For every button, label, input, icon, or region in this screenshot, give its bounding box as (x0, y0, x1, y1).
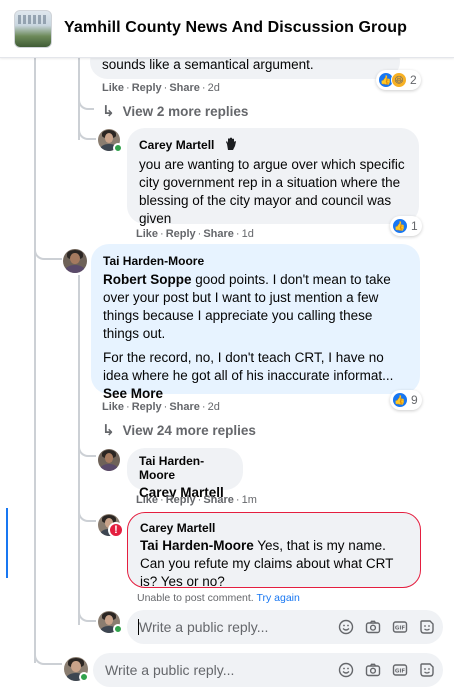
emoji-icon[interactable] (337, 661, 354, 678)
reply-button[interactable]: Reply (166, 494, 196, 506)
reaction-count: 2 (410, 73, 417, 87)
comment-actions: Like · Reply · Share · 2d (102, 82, 220, 94)
reply-button[interactable]: Reply (132, 401, 162, 413)
focus-indicator (6, 508, 8, 578)
comment-actions: Like · Reply · Share · 1m (136, 494, 257, 506)
like-button[interactable]: Like (136, 228, 158, 240)
comment-text: sounds like a semantical argument. (102, 57, 314, 72)
camera-icon[interactable] (364, 618, 381, 635)
thread-elbow (78, 605, 96, 622)
thread-elbow (78, 445, 96, 457)
timestamp[interactable]: 1m (242, 494, 257, 506)
thread-elbow (78, 100, 94, 110)
like-reaction-icon: 👍 (392, 218, 408, 234)
like-button[interactable]: Like (136, 494, 158, 506)
thread-elbow (78, 120, 96, 140)
timestamp[interactable]: 1d (242, 228, 254, 240)
like-reaction-icon: 👍 (392, 392, 408, 408)
like-button[interactable]: Like (102, 82, 124, 94)
timestamp[interactable]: 2d (208, 82, 220, 94)
comment-actions: Like · Reply · Share · 2d (102, 401, 220, 413)
author-name[interactable]: Carey Martell (140, 521, 215, 535)
author-name[interactable]: Carey Martell (139, 138, 214, 152)
comment-input[interactable] (105, 653, 295, 687)
reaction-summary[interactable]: 👍 9 (390, 390, 422, 410)
avatar[interactable] (98, 449, 120, 471)
try-again-link[interactable]: Try again (256, 592, 299, 604)
comment-composer[interactable]: GIF (93, 653, 443, 687)
online-indicator (113, 143, 123, 153)
share-button[interactable]: Share (203, 494, 234, 506)
online-indicator (79, 672, 89, 682)
composer-tools: GIF (337, 618, 435, 635)
reply-button[interactable]: Reply (166, 228, 196, 240)
emoji-icon[interactable] (337, 618, 354, 635)
gif-icon[interactable]: GIF (391, 661, 408, 678)
group-header: Yamhill County News And Discussion Group (0, 0, 454, 58)
reply-arrow-icon: ↳ (102, 422, 115, 439)
svg-text:GIF: GIF (394, 668, 405, 674)
like-button[interactable]: Like (102, 401, 124, 413)
comment-text: you are wanting to argue over which spec… (139, 157, 405, 226)
reaction-count: 1 (411, 219, 418, 233)
hand-badge-icon (225, 137, 236, 150)
thread-line (34, 58, 36, 663)
svg-text:GIF: GIF (394, 625, 405, 631)
gif-icon[interactable]: GIF (391, 618, 408, 635)
post-error-message: Unable to post comment. Try again (137, 592, 300, 604)
author-name[interactable]: Tai Harden-Moore (139, 454, 231, 482)
comment-bubble-failed: Carey Martell Tai Harden-Moore Yes, that… (127, 512, 421, 589)
online-indicator (113, 624, 123, 634)
reaction-summary[interactable]: 👍 1 (390, 216, 422, 236)
group-photo-icon[interactable] (14, 10, 52, 48)
reaction-count: 9 (411, 393, 418, 407)
share-button[interactable]: Share (169, 401, 200, 413)
timestamp[interactable]: 2d (208, 401, 220, 413)
comment-bubble: Tai Harden-Moore Carey Martell (127, 448, 243, 500)
view-more-replies-link[interactable]: ↳ View 2 more replies (102, 102, 248, 120)
reaction-summary[interactable]: 👍 😆 2 (376, 70, 421, 90)
view-more-replies-link[interactable]: ↳ View 24 more replies (102, 421, 256, 439)
comment-bubble-highlighted: Tai Harden-Moore Robert Soppe good point… (91, 244, 420, 401)
camera-icon[interactable] (364, 661, 381, 678)
thread-elbow (78, 510, 96, 522)
mention-link[interactable]: Robert Soppe (103, 272, 192, 287)
reply-composer[interactable]: GIF (127, 610, 443, 644)
reply-button[interactable]: Reply (132, 82, 162, 94)
thread-elbow (34, 245, 62, 260)
error-icon: ! (108, 522, 124, 538)
comment-actions: Like · Reply · Share · 1d (136, 228, 254, 240)
composer-tools: GIF (337, 661, 435, 678)
comment-text: For the record, no, I don't teach CRT, I… (103, 350, 394, 383)
comment-bubble: Carey Martell you are wanting to argue o… (127, 128, 419, 226)
reply-arrow-icon: ↳ (102, 103, 115, 120)
share-button[interactable]: Share (169, 82, 200, 94)
author-name[interactable]: Tai Harden-Moore (103, 254, 204, 268)
sticker-icon[interactable] (418, 661, 435, 678)
share-button[interactable]: Share (203, 228, 234, 240)
avatar[interactable] (63, 249, 87, 273)
haha-reaction-icon: 😆 (391, 72, 407, 88)
reply-input[interactable] (139, 610, 329, 644)
mention-link[interactable]: Tai Harden-Moore (140, 538, 254, 553)
see-more-link[interactable]: See More (103, 386, 163, 401)
sticker-icon[interactable] (418, 618, 435, 635)
thread-elbow (34, 650, 62, 665)
group-title[interactable]: Yamhill County News And Discussion Group (64, 19, 407, 37)
